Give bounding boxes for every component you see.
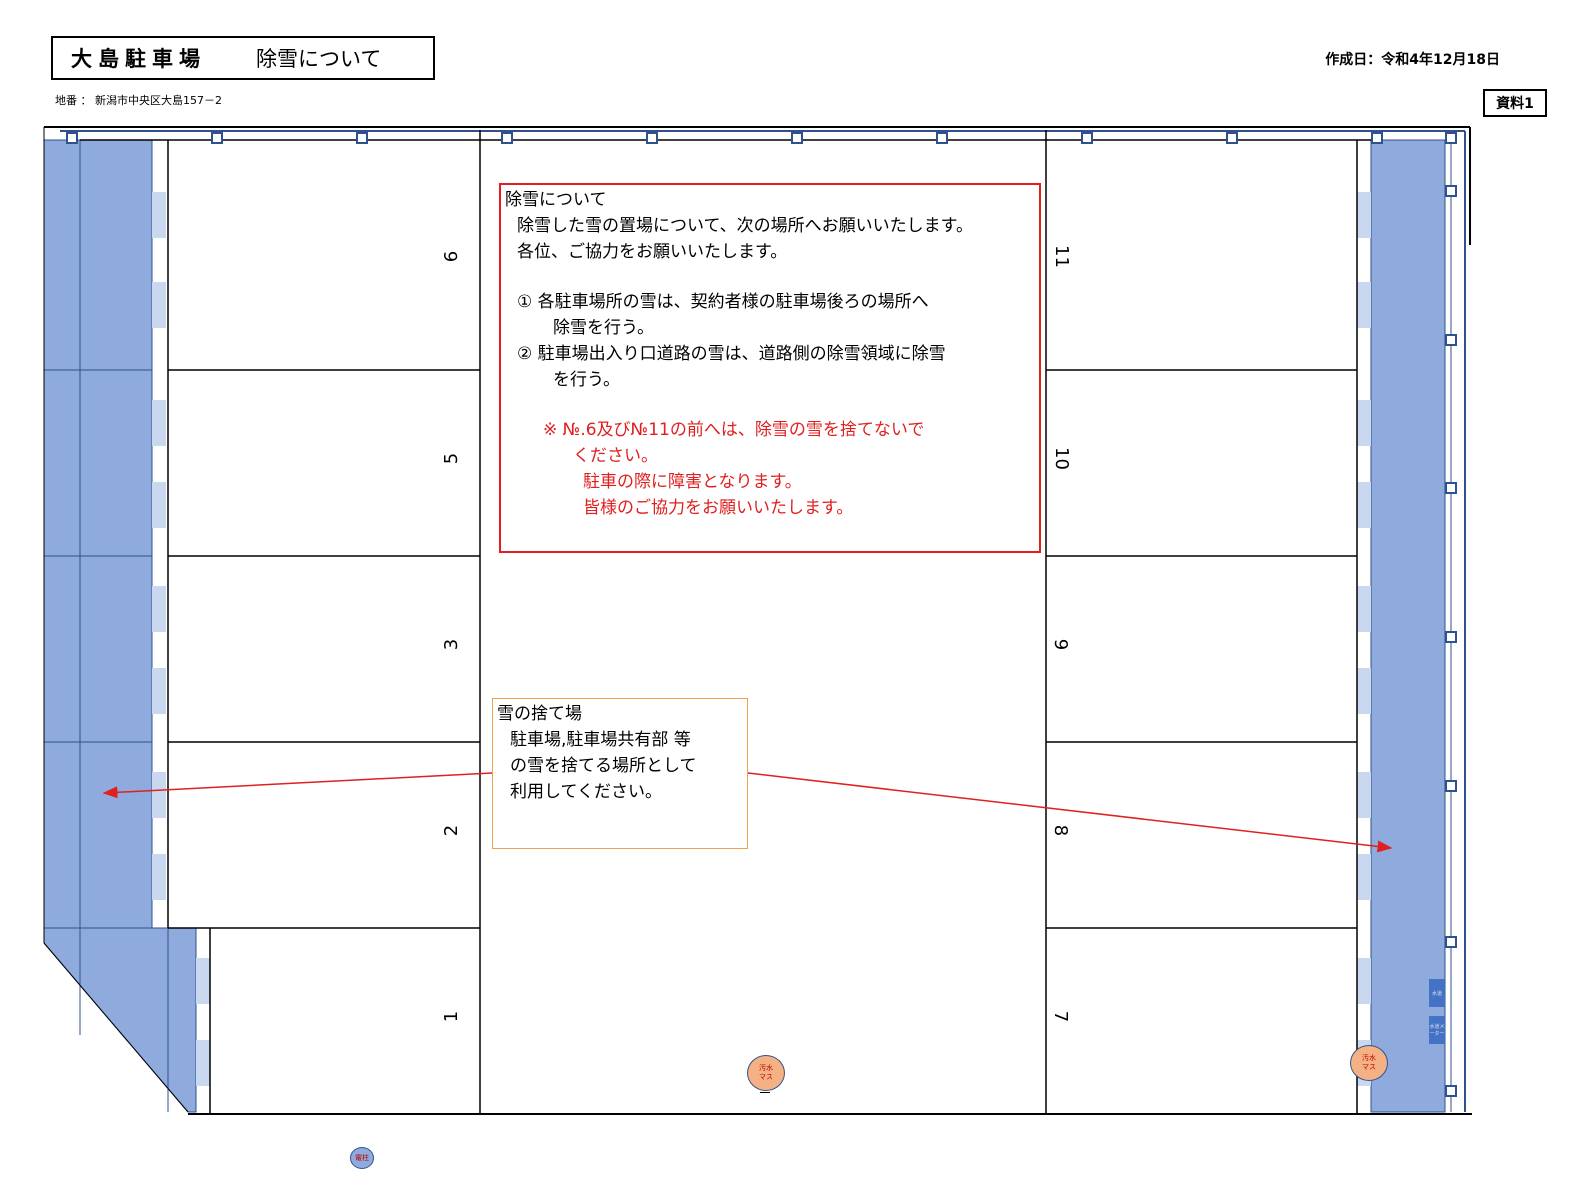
snow-area-right xyxy=(1370,139,1446,1113)
water-meter-icon: 水道 xyxy=(1429,979,1445,1007)
notice-item-1: ① 各駐車場所の雪は、契約者様の駐車場後ろの場所へ xyxy=(517,292,929,312)
snow-dump-callout: 雪の捨て場 駐車場,駐車場共有部 等 の雪を捨てる場所として 利用してください。 xyxy=(492,698,748,849)
space-number: 8 xyxy=(1050,824,1072,837)
space-number: 11 xyxy=(1050,245,1072,268)
notice-item-2: ② 駐車場出入り口道路の雪は、道路側の除雪領域に除雪 xyxy=(517,344,946,364)
space-number: 10 xyxy=(1050,447,1072,470)
notice-warning-cont: ください。 xyxy=(573,446,658,466)
utility-pole-icon: 電柱 xyxy=(350,1147,374,1169)
dump-line: の雪を捨てる場所として xyxy=(510,756,697,776)
notice-warning: ※ №.6及び№11の前へは、除雪の雪を捨てないで xyxy=(543,420,925,440)
notice-warning-thanks: 皆様のご協力をお願いいたします。 xyxy=(583,498,854,518)
space-number: 3 xyxy=(441,638,463,651)
manhole-icon: 汚水 マス xyxy=(747,1055,785,1091)
space-number: 1 xyxy=(441,1010,463,1023)
dump-heading: 雪の捨て場 xyxy=(497,704,582,724)
notice-item-1-cont: 除雪を行う。 xyxy=(553,318,654,338)
space-number: 9 xyxy=(1050,638,1072,651)
water-meter-icon: 水道メーター xyxy=(1429,1016,1445,1044)
dump-line: 利用してください。 xyxy=(510,782,662,802)
notice-line: 各位、ご協力をお願いいたします。 xyxy=(517,242,788,262)
space-number: 2 xyxy=(441,824,463,837)
dump-line: 駐車場,駐車場共有部 等 xyxy=(510,730,691,750)
manhole-marker xyxy=(760,1092,770,1093)
parking-layout xyxy=(43,126,1472,1115)
snow-area-left-bottom xyxy=(43,927,197,1113)
arrow-right xyxy=(747,772,1393,853)
snow-area-left xyxy=(43,139,153,929)
snow-notice: 除雪について 除雪した雪の置場について、次の場所へお願いいたします。 各位、ご協… xyxy=(499,183,1041,553)
notice-item-2-cont: を行う。 xyxy=(553,370,620,390)
space-number: 7 xyxy=(1050,1010,1072,1023)
notice-heading: 除雪について xyxy=(505,190,607,210)
notice-warning-reason: 駐車の際に障害となります。 xyxy=(583,472,802,492)
space-number: 6 xyxy=(441,250,463,263)
manhole-icon: 汚水 マス xyxy=(1350,1045,1388,1081)
notice-line: 除雪した雪の置場について、次の場所へお願いいたします。 xyxy=(517,216,973,236)
space-number: 5 xyxy=(441,452,463,465)
